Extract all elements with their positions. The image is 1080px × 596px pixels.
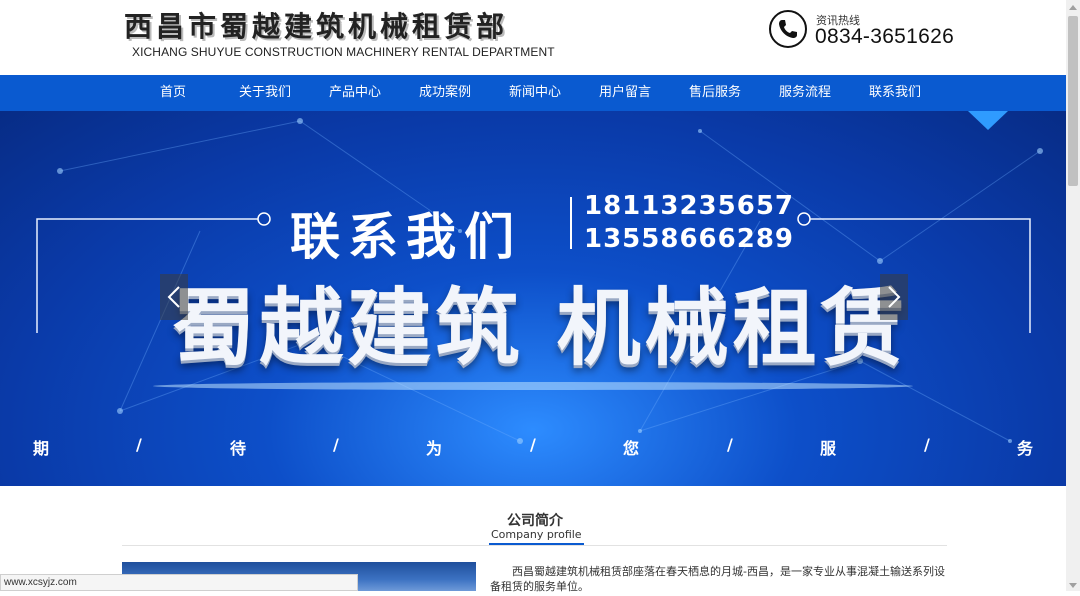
banner-tagline-char: 待 <box>230 439 247 458</box>
nav-item-about[interactable]: 关于我们 <box>220 75 310 111</box>
nav-item-cases[interactable]: 成功案例 <box>400 75 490 111</box>
banner-tagline-char: 期 <box>33 439 50 458</box>
nav-item-home[interactable]: 首页 <box>128 75 218 111</box>
banner-tagline-char: 服 <box>820 439 837 458</box>
banner-tagline-char: / <box>333 435 339 454</box>
site-header: 西昌市蜀越建筑机械租赁部 XICHANG SHUYUE CONSTRUCTION… <box>0 0 1066 75</box>
banner-slogan: 蜀越建筑 机械租赁 <box>171 279 909 377</box>
scroll-down-arrow[interactable] <box>1066 577 1080 591</box>
nav-item-contact[interactable]: 联系我们 <box>850 75 940 111</box>
scroll-thumb[interactable] <box>1068 16 1078 186</box>
logo-english-name: XICHANG SHUYUE CONSTRUCTION MACHINERY RE… <box>132 45 555 59</box>
main-nav: 首页 关于我们 产品中心 成功案例 新闻中心 用户留言 售后服务 服务流程 联系… <box>0 75 1066 111</box>
banner-tagline-char: / <box>136 435 142 454</box>
banner-tagline-char: 您 <box>623 439 640 458</box>
arrow-up-icon <box>1069 5 1077 10</box>
nav-item-process[interactable]: 服务流程 <box>760 75 850 111</box>
banner-contact-title: 联系我们 <box>290 208 522 266</box>
banner-prev-button[interactable] <box>160 274 188 320</box>
intro-divider <box>122 545 947 546</box>
chevron-right-icon <box>888 286 901 308</box>
nav-item-messages[interactable]: 用户留言 <box>580 75 670 111</box>
banner-tagline-char: / <box>530 435 536 454</box>
banner-phone-2: 13558666289 <box>584 224 794 254</box>
scroll-up-arrow[interactable] <box>1066 0 1080 14</box>
logo-chinese-name[interactable]: 西昌市蜀越建筑机械租赁部 <box>124 9 514 45</box>
banner-tagline-char: 为 <box>426 439 443 458</box>
page-scrollbar[interactable] <box>1066 0 1080 591</box>
arrow-down-icon <box>1069 583 1077 588</box>
hero-banner[interactable]: 联系我们 18113235657 13558666289 蜀越建筑 机械租赁 期… <box>0 111 1066 486</box>
banner-next-button[interactable] <box>880 274 908 320</box>
nav-item-news[interactable]: 新闻中心 <box>490 75 580 111</box>
nav-item-products[interactable]: 产品中心 <box>310 75 400 111</box>
phone-icon <box>769 10 807 48</box>
banner-tagline-char: / <box>924 435 930 454</box>
nav-item-after-sales[interactable]: 售后服务 <box>670 75 760 111</box>
banner-phone-1: 18113235657 <box>584 191 794 221</box>
banner-tagline-char: 务 <box>1017 439 1034 458</box>
chevron-left-icon <box>167 286 180 308</box>
browser-status-bar: www.xcsyjz.com <box>0 574 358 591</box>
hotline-number: 0834-3651626 <box>815 25 955 48</box>
intro-title: 公司简介 <box>507 513 563 529</box>
intro-subtitle: Company profile <box>489 528 584 545</box>
intro-text: 西昌蜀越建筑机械租赁部座落在春天栖息的月城-西昌，是一家专业从事混凝土输送系列设… <box>490 565 945 593</box>
banner-tagline-char: / <box>727 435 733 454</box>
